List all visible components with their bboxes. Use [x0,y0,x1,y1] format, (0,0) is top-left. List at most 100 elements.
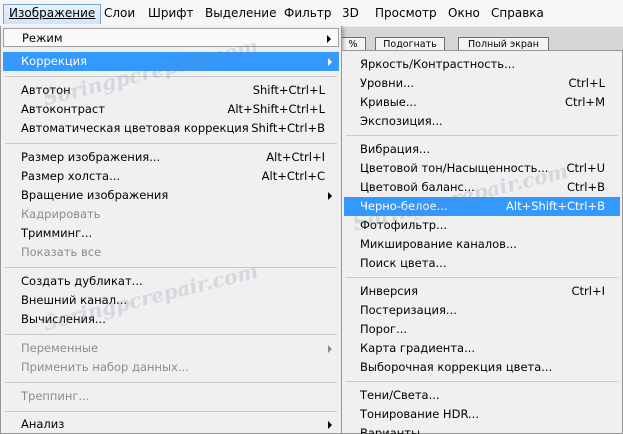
menu-item-adjustments[interactable]: Коррекция [3,52,339,71]
menu-item-image-size[interactable]: Размер изображения... Alt+Ctrl+I [3,148,339,167]
menu-image[interactable]: Изображение [3,4,102,24]
menu-item-label: Черно-белое... [360,199,448,213]
submenu-item-threshold[interactable]: Порог... [344,320,620,339]
submenu-item-brightness-contrast[interactable]: Яркость/Контрастность... [344,55,620,74]
menu-bar: Изображение Слои Шрифт Выделение Фильтр … [0,0,623,27]
menu-item-label: Тени/Света... [360,388,440,402]
submenu-item-photo-filter[interactable]: Фотофильтр... [344,216,620,235]
menu-separator [5,411,337,412]
menu-item-apply-data-set[interactable]: Применить набор данных... [3,358,339,377]
menu-item-calculations[interactable]: Вычисления... [3,310,339,329]
submenu-item-invert[interactable]: Инверсия Ctrl+I [344,282,620,301]
menu-item-apply-image[interactable]: Внешний канал... [3,291,339,310]
menu-item-label: Фотофильтр... [360,218,448,232]
menu-item-shortcut: Alt+Ctrl+I [266,150,325,164]
menu-item-label: Автотон [21,83,71,97]
menu-separator [5,334,337,335]
menu-item-label: Кадрировать [21,207,101,221]
menu-item-auto-contrast[interactable]: Автоконтраст Alt+Shift+Ctrl+L [3,100,339,119]
menu-separator [346,277,618,278]
menu-separator [5,382,337,383]
menu-view[interactable]: Просмотр [370,4,442,24]
menu-item-label: Яркость/Контрастность... [360,57,516,71]
adjustments-submenu: Яркость/Контрастность... Уровни... Ctrl+… [341,50,623,434]
menu-item-label: Переменные [21,341,99,355]
menu-item-label: Размер изображения... [21,150,161,164]
menu-item-label: Автоматическая цветовая коррекция [21,121,249,135]
submenu-item-color-balance[interactable]: Цветовой баланс... Ctrl+B [344,178,620,197]
menu-item-label: Режим [22,31,63,45]
submenu-item-posterize[interactable]: Постеризация... [344,301,620,320]
submenu-item-gradient-map[interactable]: Карта градиента... [344,339,620,358]
submenu-item-curves[interactable]: Кривые... Ctrl+M [344,93,620,112]
submenu-arrow-icon [328,192,332,200]
menu-item-trap[interactable]: Треппинг... [3,387,339,406]
menu-item-auto-tone[interactable]: Автотон Shift+Ctrl+L [3,81,339,100]
menu-item-label: Треппинг... [21,389,90,403]
menu-3d[interactable]: 3D [337,4,364,24]
submenu-item-selective-color[interactable]: Выборочная коррекция цвета... [344,358,620,377]
submenu-item-channel-mixer[interactable]: Микширование каналов... [344,235,620,254]
menu-item-reveal-all[interactable]: Показать все [3,243,339,262]
menu-separator [346,135,618,136]
menu-item-label: Порог... [360,322,408,336]
submenu-arrow-icon [328,421,332,429]
submenu-item-exposure[interactable]: Экспозиция... [344,112,620,131]
menu-item-trim[interactable]: Тримминг... [3,224,339,243]
menu-window[interactable]: Окно [443,4,485,24]
menu-item-label: Инверсия [360,284,418,298]
menu-item-shortcut: Ctrl+M [564,95,605,109]
menu-item-label: Вибрация... [360,142,430,156]
menu-item-label: Применить набор данных... [21,360,189,374]
menu-item-label: Уровни... [360,76,415,90]
submenu-arrow-icon [327,35,331,43]
menu-item-shortcut: Alt+Ctrl+C [261,169,325,183]
menu-item-label: Создать дубликат... [21,274,143,288]
submenu-item-hdr-toning[interactable]: Тонирование HDR... [344,405,620,424]
menu-item-label: Внешний канал... [21,293,128,307]
submenu-item-shadows-highlights[interactable]: Тени/Света... [344,386,620,405]
menu-item-duplicate[interactable]: Создать дубликат... [3,272,339,291]
menu-item-label: Размер холста... [21,169,121,183]
menu-item-label: Постеризация... [360,303,457,317]
menu-item-label: Показать все [21,245,102,259]
menu-item-auto-color[interactable]: Автоматическая цветовая коррекция Shift+… [3,119,339,138]
menu-item-shortcut: Ctrl+U [566,161,605,175]
menu-item-mode[interactable]: Режим [3,28,339,47]
menu-layers[interactable]: Слои [99,4,140,24]
menu-item-label: Кривые... [360,95,417,109]
menu-select[interactable]: Выделение [200,4,281,24]
menu-item-variables[interactable]: Переменные [3,339,339,358]
menu-item-label: Вращение изображения [21,188,169,202]
menu-item-shortcut: Shift+Ctrl+B [251,121,325,135]
submenu-item-vibrance[interactable]: Вибрация... [344,140,620,159]
menu-item-canvas-size[interactable]: Размер холста... Alt+Ctrl+C [3,167,339,186]
menu-type[interactable]: Шрифт [143,4,199,24]
submenu-arrow-icon [328,345,332,353]
menu-item-label: Цветовой баланс... [360,180,475,194]
submenu-item-black-white[interactable]: Черно-белое... Alt+Shift+Ctrl+B [344,197,620,216]
menu-item-label: Автоконтраст [21,102,105,116]
menu-help[interactable]: Справка [486,4,549,24]
menu-item-label: Анализ [21,417,65,431]
menu-item-label: Карта градиента... [360,341,476,355]
menu-item-shortcut: Ctrl+I [571,284,606,298]
menu-item-crop[interactable]: Кадрировать [3,205,339,224]
menu-filter[interactable]: Фильтр [279,4,336,24]
menu-item-image-rotation[interactable]: Вращение изображения [3,186,339,205]
menu-item-analysis[interactable]: Анализ [3,415,339,434]
menu-item-label: Тонирование HDR... [360,407,479,421]
submenu-item-levels[interactable]: Уровни... Ctrl+L [344,74,620,93]
menu-item-shortcut: Ctrl+L [568,76,605,90]
menu-separator [5,267,337,268]
menu-item-label: Варианты... [360,426,432,434]
menu-item-shortcut: Alt+Shift+Ctrl+B [506,199,605,213]
menu-separator [5,76,337,77]
submenu-item-color-lookup[interactable]: Поиск цвета... [344,254,620,273]
menu-item-label: Выборочная коррекция цвета... [360,360,553,374]
menu-item-label: Вычисления... [21,312,106,326]
submenu-item-variations[interactable]: Варианты... [344,424,620,434]
submenu-item-hue-saturation[interactable]: Цветовой тон/Насыщенность... Ctrl+U [344,159,620,178]
menu-item-label: Коррекция [21,54,88,68]
menu-item-shortcut: Shift+Ctrl+L [252,83,325,97]
